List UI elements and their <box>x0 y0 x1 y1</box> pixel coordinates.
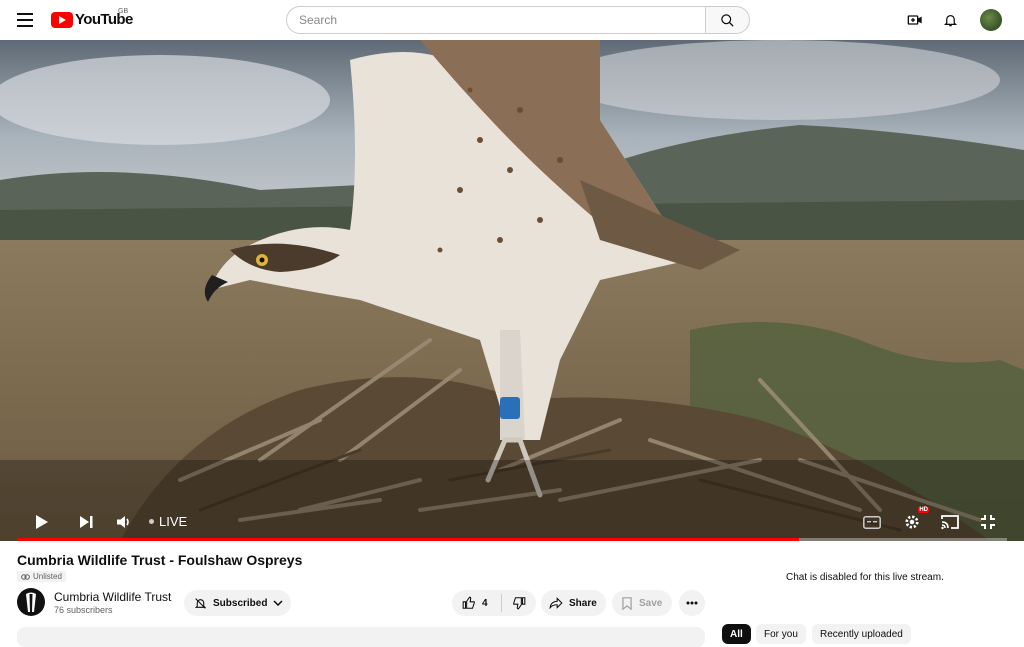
video-player[interactable]: LIVE HD <box>0 40 1024 541</box>
chevron-down-icon <box>273 600 283 606</box>
chip-for-you[interactable]: For you <box>756 624 806 644</box>
share-button[interactable]: Share <box>541 590 606 616</box>
unlisted-badge: Unlisted <box>17 571 66 582</box>
share-icon <box>549 597 563 609</box>
subscriber-count: 76 subscribers <box>54 605 113 615</box>
unlisted-label: Unlisted <box>33 572 62 581</box>
search-box <box>286 6 750 34</box>
link-icon <box>21 573 30 580</box>
video-frame <box>0 40 1024 541</box>
bookmark-icon <box>622 596 632 610</box>
live-label: LIVE <box>159 514 188 529</box>
like-dislike-group: 4 <box>452 590 536 616</box>
settings-button[interactable]: HD <box>900 507 929 534</box>
search-icon <box>721 13 734 27</box>
thumbs-up-icon <box>462 596 475 609</box>
chat-disabled-message: Chat is disabled for this live stream. <box>786 572 944 583</box>
menu-icon[interactable] <box>14 10 36 30</box>
volume-icon <box>117 516 129 528</box>
region-code: GB <box>118 8 129 15</box>
create-video-icon <box>907 15 922 25</box>
channel-name[interactable]: Cumbria Wildlife Trust <box>54 590 171 604</box>
description-box[interactable] <box>17 627 705 647</box>
thumbs-down-icon <box>513 597 526 610</box>
youtube-logo[interactable]: YouTube GB <box>51 8 133 28</box>
more-horizontal-icon <box>686 601 698 605</box>
cast-button[interactable] <box>938 510 962 534</box>
create-button[interactable] <box>905 10 925 30</box>
captions-button[interactable] <box>860 510 884 534</box>
video-title: Cumbria Wildlife Trust - Foulshaw Osprey… <box>17 552 303 568</box>
fullscreen-button[interactable] <box>976 510 1000 534</box>
share-label: Share <box>569 597 597 609</box>
skip-next-icon <box>80 516 93 528</box>
live-dot-icon <box>149 519 154 524</box>
volume-button[interactable] <box>112 510 136 534</box>
gear-icon <box>905 515 919 529</box>
progress-bar[interactable] <box>17 538 1007 541</box>
like-count: 4 <box>482 597 488 609</box>
live-indicator[interactable]: LIVE <box>149 514 187 529</box>
search-button[interactable] <box>705 6 750 34</box>
fullscreen-exit-icon <box>981 515 995 529</box>
bell-icon <box>943 15 957 27</box>
badger-logo-icon <box>26 592 36 612</box>
save-button[interactable]: Save <box>612 590 672 616</box>
cast-icon <box>941 515 959 530</box>
play-icon <box>36 515 48 529</box>
chip-all[interactable]: All <box>722 624 751 644</box>
chip-recently-uploaded[interactable]: Recently uploaded <box>812 624 911 644</box>
save-label: Save <box>639 597 663 609</box>
account-avatar[interactable] <box>980 9 1002 31</box>
subscribed-button[interactable]: Subscribed <box>184 590 291 616</box>
play-button[interactable] <box>30 510 54 534</box>
bell-off-icon <box>194 597 207 609</box>
channel-avatar[interactable] <box>17 588 45 616</box>
like-button[interactable]: 4 <box>452 594 502 612</box>
more-actions-button[interactable] <box>679 590 705 616</box>
search-input[interactable] <box>286 6 705 34</box>
subscribed-label: Subscribed <box>213 597 268 609</box>
top-bar: YouTube GB <box>0 0 1024 40</box>
progress-fill <box>17 538 800 541</box>
dislike-button[interactable] <box>502 596 536 610</box>
captions-icon <box>863 515 881 529</box>
youtube-play-icon <box>51 11 73 28</box>
hd-badge: HD <box>918 507 929 513</box>
notifications-button[interactable] <box>940 10 960 30</box>
next-button[interactable] <box>74 510 98 534</box>
